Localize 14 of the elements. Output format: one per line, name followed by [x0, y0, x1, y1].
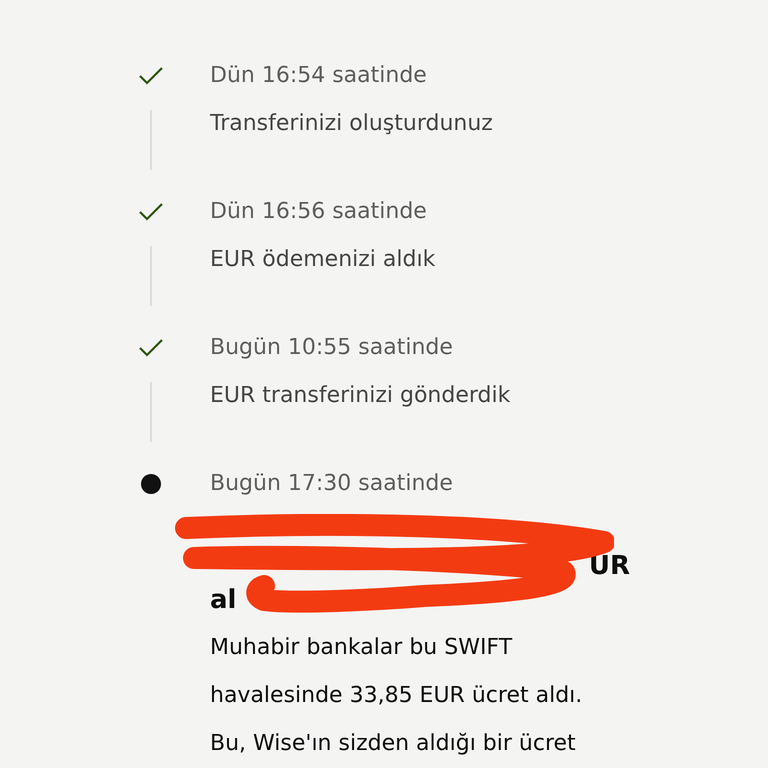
step-time: Dün 16:56 saatinde [210, 198, 428, 226]
heading-fragment: al [210, 584, 236, 616]
step-description: EUR transferinizi gönderdik [210, 382, 512, 410]
current-step-dot [141, 474, 161, 494]
check-icon [138, 338, 164, 358]
step-time: Bugün 10:55 saatinde [210, 334, 454, 362]
check-icon [138, 66, 164, 86]
step-time: Bugün 17:30 saatinde [210, 470, 454, 498]
check-icon [138, 202, 164, 222]
step-time: Dün 16:54 saatinde [210, 62, 428, 90]
heading-fragment: UR [588, 550, 630, 582]
step-description: Transferinizi oluşturdunuz [210, 110, 494, 138]
fee-explanation: Muhabir bankalar bu SWIFT havalesinde 33,85 EUR ücret aldı. Bu, Wise'ın sizden aldığı bir ücret [210, 634, 584, 758]
step-description: EUR ödemenizi aldık [210, 246, 436, 274]
